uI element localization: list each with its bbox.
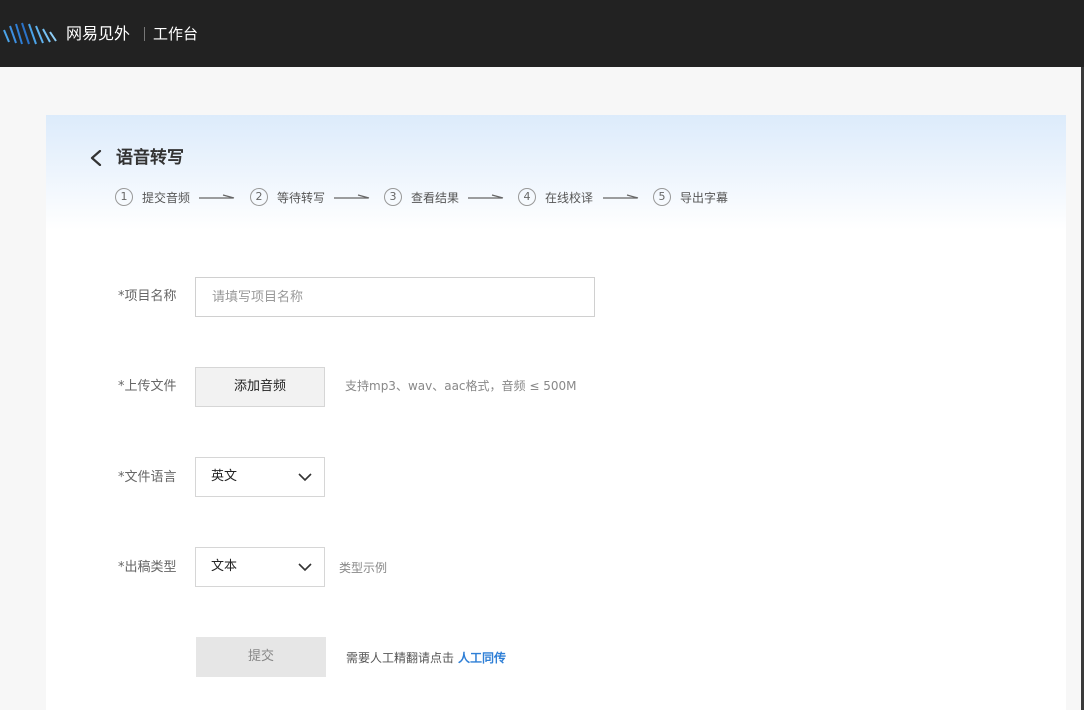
- project-name-label: *项目名称: [118, 289, 177, 304]
- upload-format-hint: 支持mp3、wav、aac格式，音频 ≤ 500M: [345, 379, 577, 393]
- output-type-select[interactable]: 文本: [195, 547, 325, 587]
- step-label: 提交音频: [142, 190, 191, 205]
- add-audio-button[interactable]: 添加音频: [195, 367, 325, 407]
- manual-translation-note: 需要人工精翻请点击 人工同传: [346, 648, 506, 668]
- human-interpretation-link[interactable]: 人工同传: [458, 651, 506, 665]
- submit-button[interactable]: 提交: [196, 637, 326, 677]
- brand-divider: [144, 27, 145, 41]
- step-arrow-icon: [199, 194, 235, 199]
- step-arrow-icon: [334, 194, 370, 199]
- brand-name[interactable]: 网易见外: [66, 22, 130, 46]
- chevron-down-icon: [298, 473, 312, 482]
- transcription-card: 语音转写 1 提交音频 2 等待转写 3 查看结果 4 在线校译 5 导出字幕 …: [46, 115, 1066, 710]
- page-title: 语音转写: [116, 148, 184, 168]
- step-arrow-icon: [603, 194, 639, 199]
- project-name-input[interactable]: [195, 277, 595, 317]
- language-select[interactable]: 英文: [195, 457, 325, 497]
- top-navigation-bar: 网易见外 工作台: [0, 0, 1084, 67]
- back-arrow-icon[interactable]: [89, 150, 103, 166]
- step-number: 5: [653, 188, 671, 206]
- output-type-label: *出稿类型: [118, 560, 177, 575]
- type-example-link[interactable]: 类型示例: [339, 558, 387, 578]
- manual-translation-text: 需要人工精翻请点击: [346, 651, 455, 665]
- workspace-title[interactable]: 工作台: [153, 22, 198, 46]
- step-number: 2: [250, 188, 268, 206]
- step-number: 4: [518, 188, 536, 206]
- step-label: 查看结果: [411, 190, 460, 205]
- step-submit-audio: 1 提交音频: [115, 188, 190, 206]
- file-language-label: *文件语言: [118, 470, 177, 485]
- step-arrow-icon: [468, 194, 504, 199]
- language-selected-value: 英文: [211, 469, 238, 484]
- chevron-down-icon: [298, 563, 312, 572]
- step-label: 等待转写: [277, 190, 326, 205]
- logo-icon[interactable]: [2, 22, 58, 46]
- output-type-selected-value: 文本: [211, 559, 238, 574]
- step-view-results: 3 查看结果: [384, 188, 459, 206]
- upload-file-label: *上传文件: [118, 379, 177, 394]
- step-number: 3: [384, 188, 402, 206]
- step-label: 导出字幕: [680, 190, 729, 205]
- step-waiting: 2 等待转写: [250, 188, 325, 206]
- step-online-proofread: 4 在线校译: [518, 188, 593, 206]
- step-number: 1: [115, 188, 133, 206]
- step-label: 在线校译: [545, 190, 594, 205]
- step-export-subtitles: 5 导出字幕: [653, 188, 728, 206]
